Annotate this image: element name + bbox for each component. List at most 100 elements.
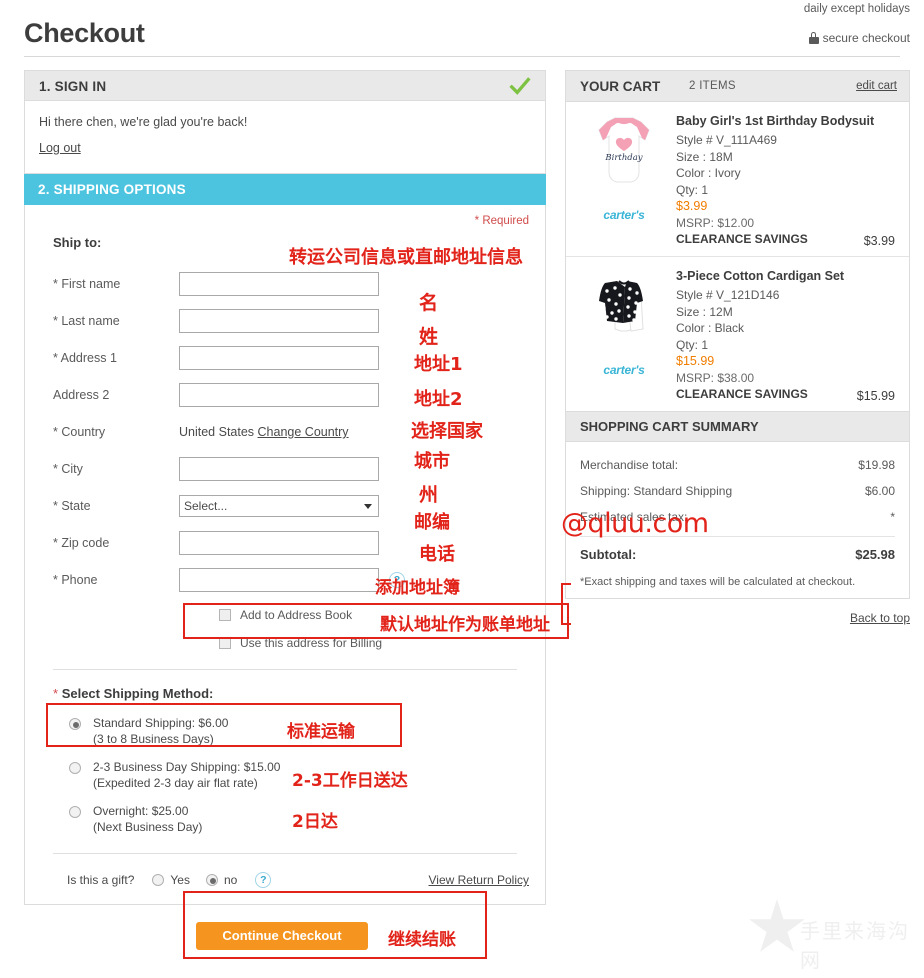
gift-no-radio[interactable] (205, 874, 218, 886)
sales-tax-value: * (890, 510, 895, 524)
sign-in-title: 1. SIGN IN (39, 79, 107, 94)
expedited-shipping-text: 2-3 Business Day Shipping: $15.00 (Exped… (93, 759, 280, 791)
gift-question-row: Is this a gift? Yes no ? View Return Pol… (67, 872, 531, 888)
gift-option-no[interactable]: no (205, 873, 238, 887)
annotation-city: 城市 (414, 451, 450, 472)
bottom-watermark-text: 手里来海沟网 (800, 919, 910, 972)
summary-header: SHOPPING CART SUMMARY (565, 412, 910, 442)
overnight-shipping-line2: (Next Business Day) (93, 820, 203, 834)
section-header-shipping-options: 2. SHIPPING OPTIONS (24, 174, 546, 205)
annotation-country: 选择国家 (411, 421, 483, 442)
standard-shipping-radio[interactable] (69, 718, 81, 730)
back-to-top-link[interactable]: Back to top (850, 611, 910, 625)
country-value-group: United States Change Country (179, 425, 349, 439)
cart-item-price: $3.99 (676, 199, 708, 213)
shipping-divider (53, 669, 517, 670)
overnight-shipping-radio[interactable] (69, 806, 81, 818)
checkout-steps-column: 1. SIGN IN Hi there chen, we're glad you… (24, 70, 546, 905)
annotation-expedited-shipping: 2-3工作日送达 (292, 771, 408, 791)
address-book-checkbox[interactable] (219, 609, 231, 621)
cart-items-list: Birthday carter's Baby Girl's 1st Birthd… (565, 102, 910, 412)
cart-column: YOUR CART 2 ITEMS edit cart Birthday car… (565, 70, 910, 625)
continue-checkout-button[interactable]: Continue Checkout (196, 922, 368, 950)
country-value: United States (179, 425, 255, 439)
svg-text:Birthday: Birthday (604, 153, 642, 163)
cart-item-line-total: $3.99 (863, 234, 895, 248)
address1-label: * Address 1 (53, 351, 117, 365)
cart-item-size: Size : 18M (676, 149, 733, 164)
summary-row-shipping: Shipping: Standard Shipping $6.00 (580, 478, 895, 504)
summary-row-merchandise: Merchandise total: $19.98 (580, 452, 895, 478)
shipping-options-body: * Required Ship to: * First name * Last … (24, 205, 546, 905)
site-watermark: @qluu.com (561, 508, 709, 539)
address2-label: Address 2 (53, 388, 110, 402)
first-name-input[interactable] (179, 272, 379, 296)
gift-help-icon[interactable]: ? (255, 872, 272, 888)
address1-input[interactable] (179, 346, 379, 370)
back-to-top-row: Back to top (565, 611, 910, 625)
first-name-label: * First name (53, 277, 121, 291)
header-right-info: daily except holidays secure checkout (804, 3, 910, 45)
gift-no-label: no (223, 873, 238, 887)
required-note: * Required (474, 215, 529, 227)
log-out-link[interactable]: Log out (39, 141, 81, 155)
brand-logo: carter's (603, 363, 645, 377)
star-icon (749, 899, 805, 952)
field-row-last-name: * Last name (39, 305, 531, 337)
billing-address-checkbox[interactable] (219, 637, 231, 649)
state-select[interactable]: Select... (179, 495, 379, 517)
annotation-address1: 地址1 (414, 354, 463, 375)
page-title: Checkout (24, 18, 145, 48)
annotation-phone: 电话 (419, 544, 455, 565)
brand-logo: carter's (603, 208, 645, 222)
view-return-policy-link[interactable]: View Return Policy (429, 873, 530, 887)
cart-item-msrp: MSRP: $12.00 (676, 216, 755, 230)
cart-item-size: Size : 12M (676, 304, 733, 319)
address-book-label: Add to Address Book (240, 608, 353, 622)
annotation-state: 州 (419, 484, 439, 506)
summary-title: SHOPPING CART SUMMARY (580, 419, 759, 434)
zip-code-input[interactable] (179, 531, 379, 555)
gift-yes-radio[interactable] (152, 874, 165, 886)
city-input[interactable] (179, 457, 379, 481)
cart-item-info: 3-Piece Cotton Cardigan Set Style # V_12… (670, 269, 897, 403)
expedited-shipping-radio[interactable] (69, 762, 81, 774)
address2-input[interactable] (179, 383, 379, 407)
gift-option-yes[interactable]: Yes (152, 873, 190, 887)
cart-item-thumb-wrap: carter's (578, 269, 670, 403)
last-name-input[interactable] (179, 309, 379, 333)
cart-item-name: Baby Girl's 1st Birthday Bodysuit (676, 114, 875, 128)
edit-cart-link[interactable]: edit cart (856, 80, 897, 92)
cart-item-msrp: MSRP: $38.00 (676, 371, 755, 385)
gift-question-label: Is this a gift? (67, 873, 135, 887)
chevron-down-icon (364, 504, 372, 509)
standard-shipping-text: Standard Shipping: $6.00 (3 to 8 Busines… (93, 715, 228, 747)
cart-item-qty: Qty: 1 (676, 337, 709, 352)
last-name-label: * Last name (53, 314, 120, 328)
billing-address-label: Use this address for Billing (240, 636, 383, 650)
merchandise-total-label: Merchandise total: (580, 458, 679, 472)
merchandise-total-value: $19.98 (858, 458, 895, 472)
cart-item-count: 2 ITEMS (689, 80, 736, 92)
shipping-label: Shipping: Standard Shipping (580, 484, 733, 498)
cart-item-info: Baby Girl's 1st Birthday Bodysuit Style … (670, 114, 897, 248)
field-row-state: * State Select... (39, 490, 531, 522)
gift-yes-label: Yes (170, 873, 190, 887)
cart-item[interactable]: carter's 3-Piece Cotton Cardigan Set Sty… (566, 257, 909, 411)
annotation-address2: 地址2 (414, 389, 463, 410)
state-selected-value: Select... (184, 499, 228, 513)
change-country-link[interactable]: Change Country (258, 425, 349, 439)
phone-input[interactable] (179, 568, 379, 592)
shipping-value: $6.00 (864, 484, 895, 498)
overnight-shipping-line1: Overnight: $25.00 (93, 804, 189, 818)
secure-checkout-label: secure checkout (822, 31, 910, 45)
cart-item-thumb-wrap: Birthday carter's (578, 114, 670, 248)
field-row-zip: * Zip code (39, 527, 531, 559)
cart-item-style: Style # V_111A469 (676, 133, 777, 147)
expedited-shipping-line1: 2-3 Business Day Shipping: $15.00 (93, 760, 281, 774)
summary-row-subtotal: Subtotal: $25.98 (580, 536, 895, 568)
field-row-city: * City (39, 453, 531, 485)
cart-item[interactable]: Birthday carter's Baby Girl's 1st Birthd… (566, 102, 909, 257)
annotation-address-book: 添加地址簿 (375, 578, 460, 598)
annotation-continue: 继续结账 (388, 930, 456, 950)
